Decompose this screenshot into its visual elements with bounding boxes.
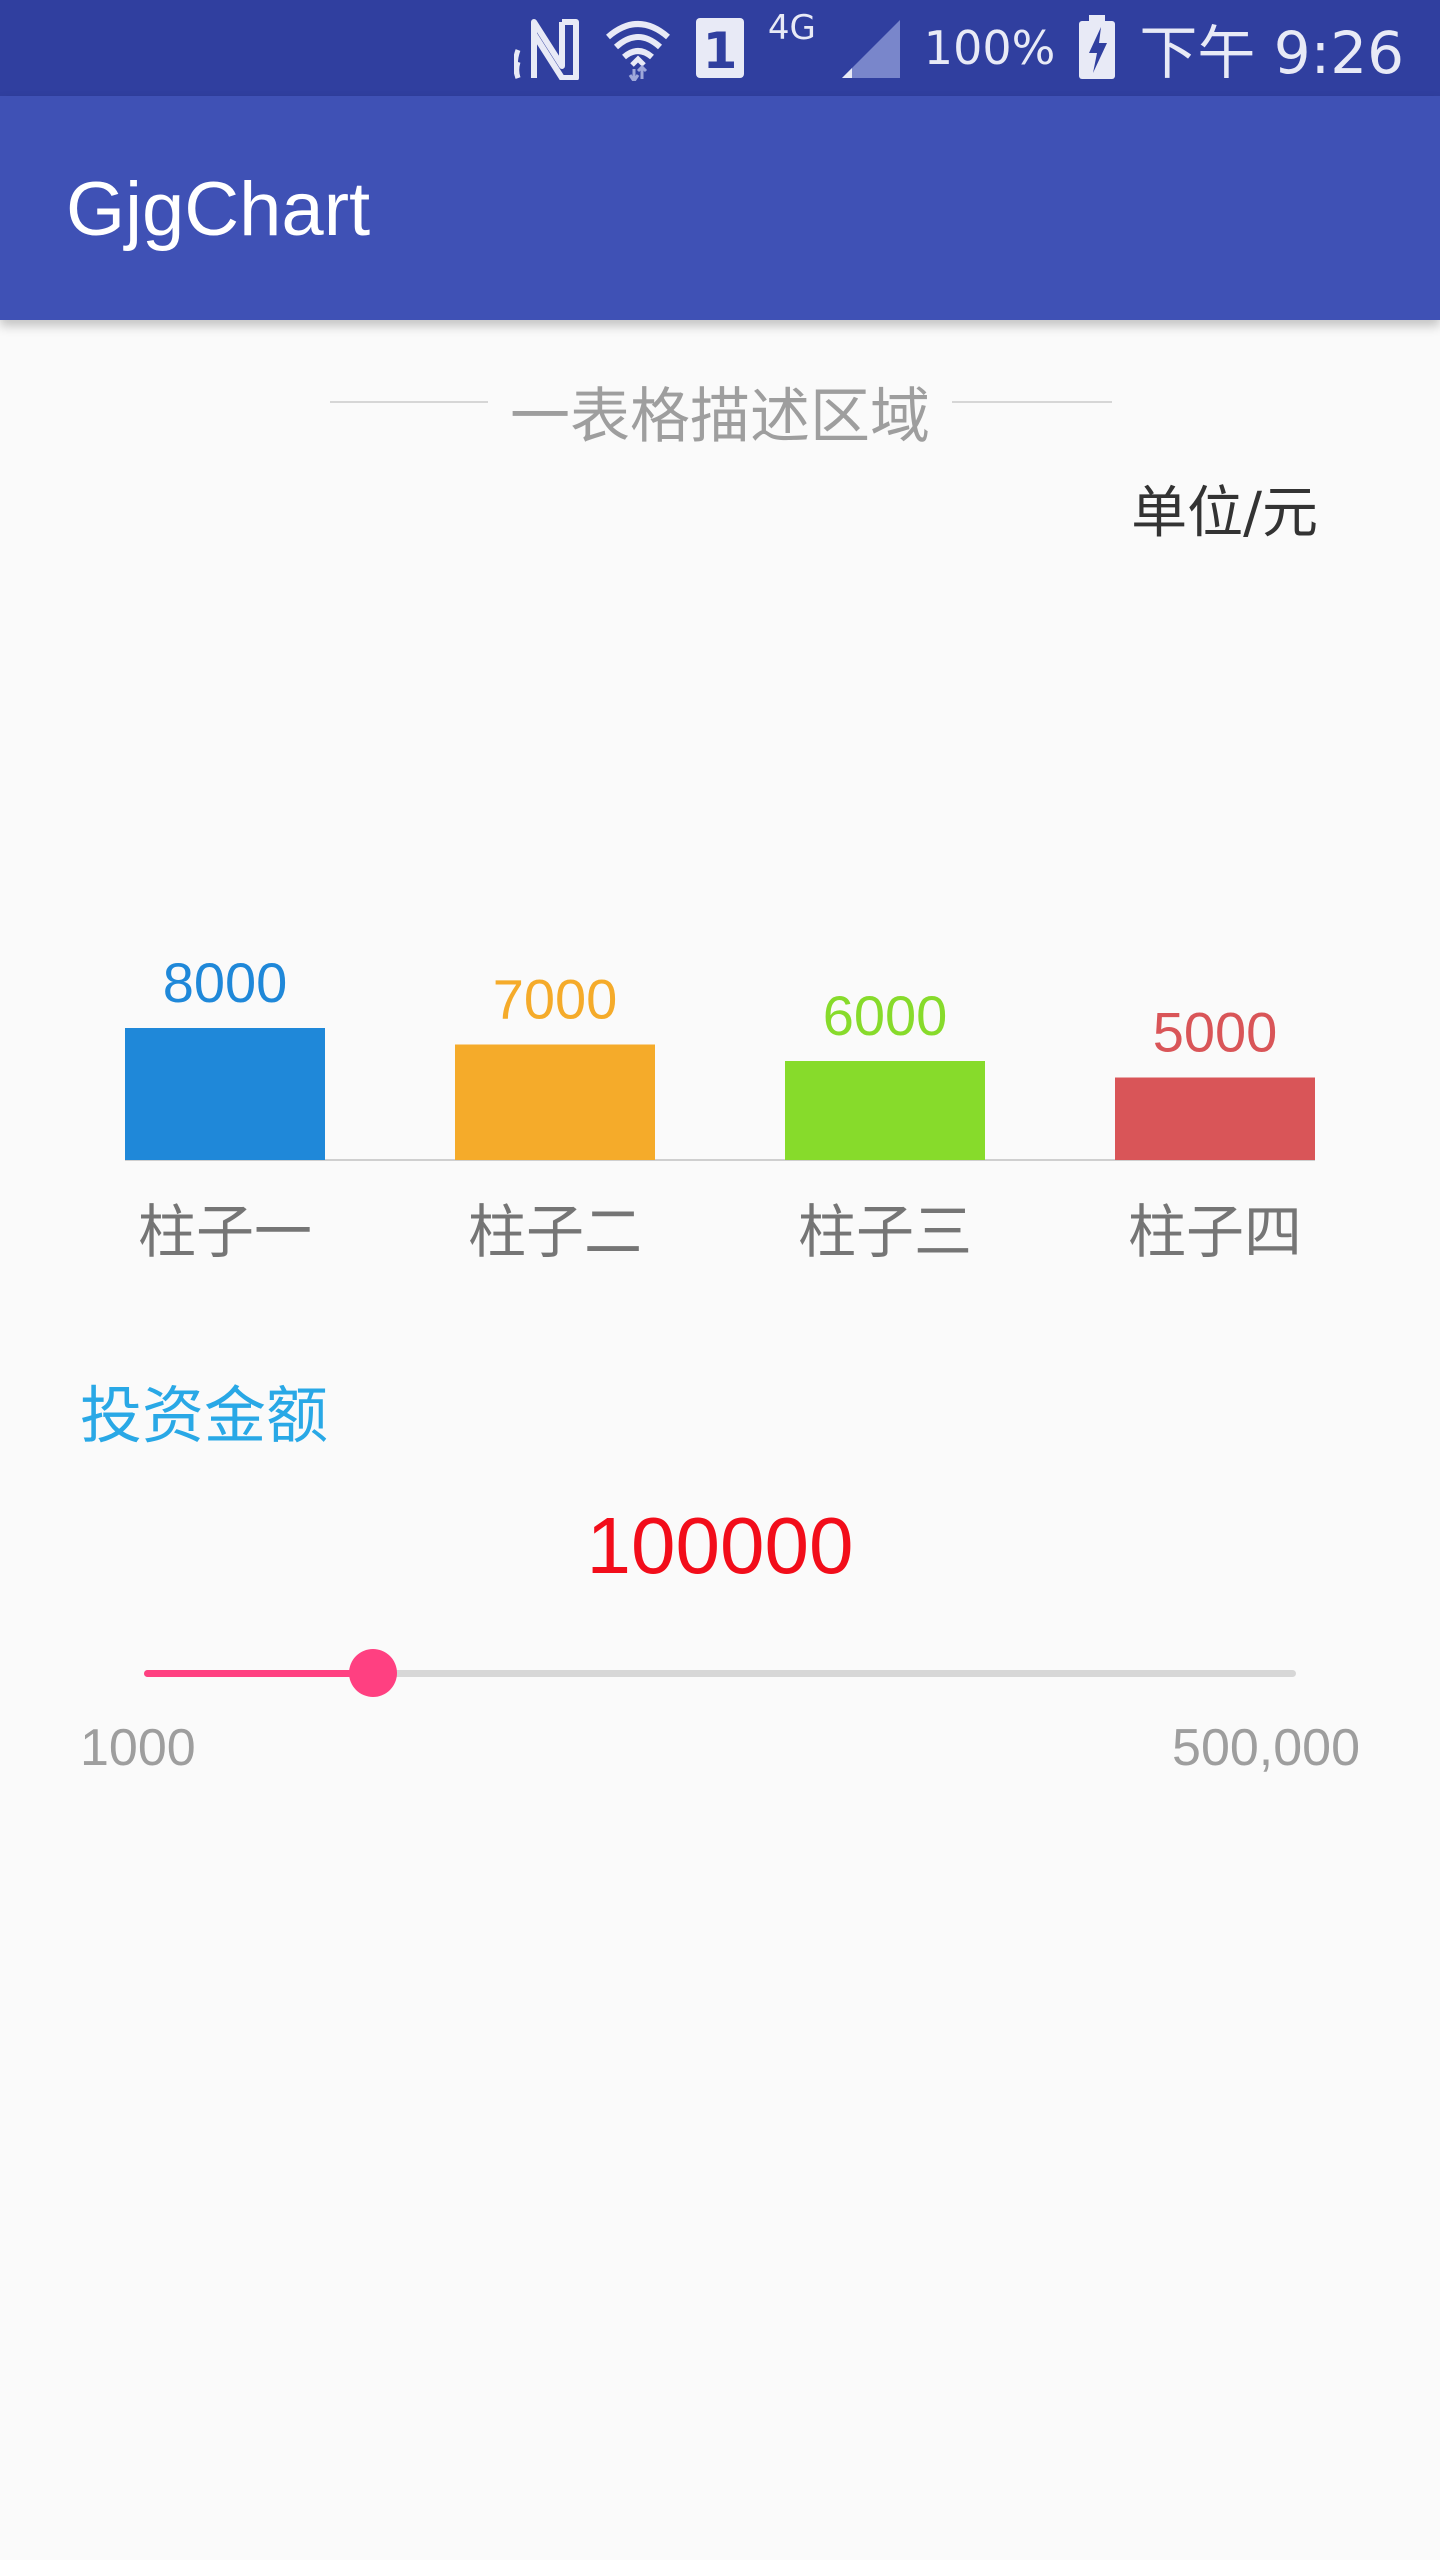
network-type-label: 4G	[767, 8, 816, 48]
sim-1-icon: 1	[694, 16, 746, 80]
bar-chart-svg: 8000 柱子一 7000 柱子二 6000 柱子三 5000 柱子四	[125, 951, 1315, 1266]
slider-thumb[interactable]	[348, 1649, 397, 1697]
battery-percentage: 100%	[923, 21, 1056, 75]
app-title: GjgChart	[66, 167, 371, 252]
bar-value-label-3: 6000	[823, 984, 948, 1047]
slider-max-label: 500,000	[1172, 1719, 1360, 1777]
bar-4	[1115, 1077, 1315, 1160]
chart-description-row: 一表格描述区域	[0, 360, 1440, 452]
category-label-3: 柱子三	[798, 1198, 972, 1266]
category-label-4: 柱子四	[1128, 1198, 1302, 1266]
clock: 下午 9:26	[1139, 19, 1404, 87]
investment-amount: 100000	[586, 1501, 854, 1590]
app-bar: GjgChart	[0, 96, 1440, 320]
bar-value-label-2: 7000	[493, 968, 618, 1031]
status-bar: 1 4G 100% 下午 9:26	[0, 0, 1440, 96]
chart-description: 一表格描述区域	[510, 382, 930, 452]
bar-value-label-4: 5000	[1153, 1001, 1278, 1064]
nfc-icon	[513, 16, 582, 80]
slider-min-label: 1000	[80, 1719, 196, 1777]
bar-2	[455, 1044, 655, 1160]
slider-fill	[144, 1670, 373, 1677]
svg-text:1: 1	[702, 22, 737, 80]
bar-1	[125, 1028, 325, 1160]
category-label-1: 柱子一	[138, 1198, 312, 1266]
battery-charging-icon	[1077, 15, 1117, 81]
bar-value-label-1: 8000	[163, 951, 288, 1014]
investment-label: 投资金额	[80, 1379, 329, 1452]
bar-3	[785, 1061, 985, 1160]
bar-chart: 8000 柱子一 7000 柱子二 6000 柱子三 5000 柱子四	[0, 860, 1440, 1290]
wifi-icon	[604, 15, 672, 81]
category-label-2: 柱子二	[468, 1198, 642, 1266]
unit-label: 单位/元	[1131, 481, 1318, 546]
divider-right	[952, 401, 1112, 403]
investment-slider[interactable]	[144, 1640, 1296, 1704]
divider-left	[330, 401, 488, 403]
status-icons: 1 4G 100% 下午 9:26	[513, 0, 1404, 96]
signal-icon	[838, 16, 902, 80]
